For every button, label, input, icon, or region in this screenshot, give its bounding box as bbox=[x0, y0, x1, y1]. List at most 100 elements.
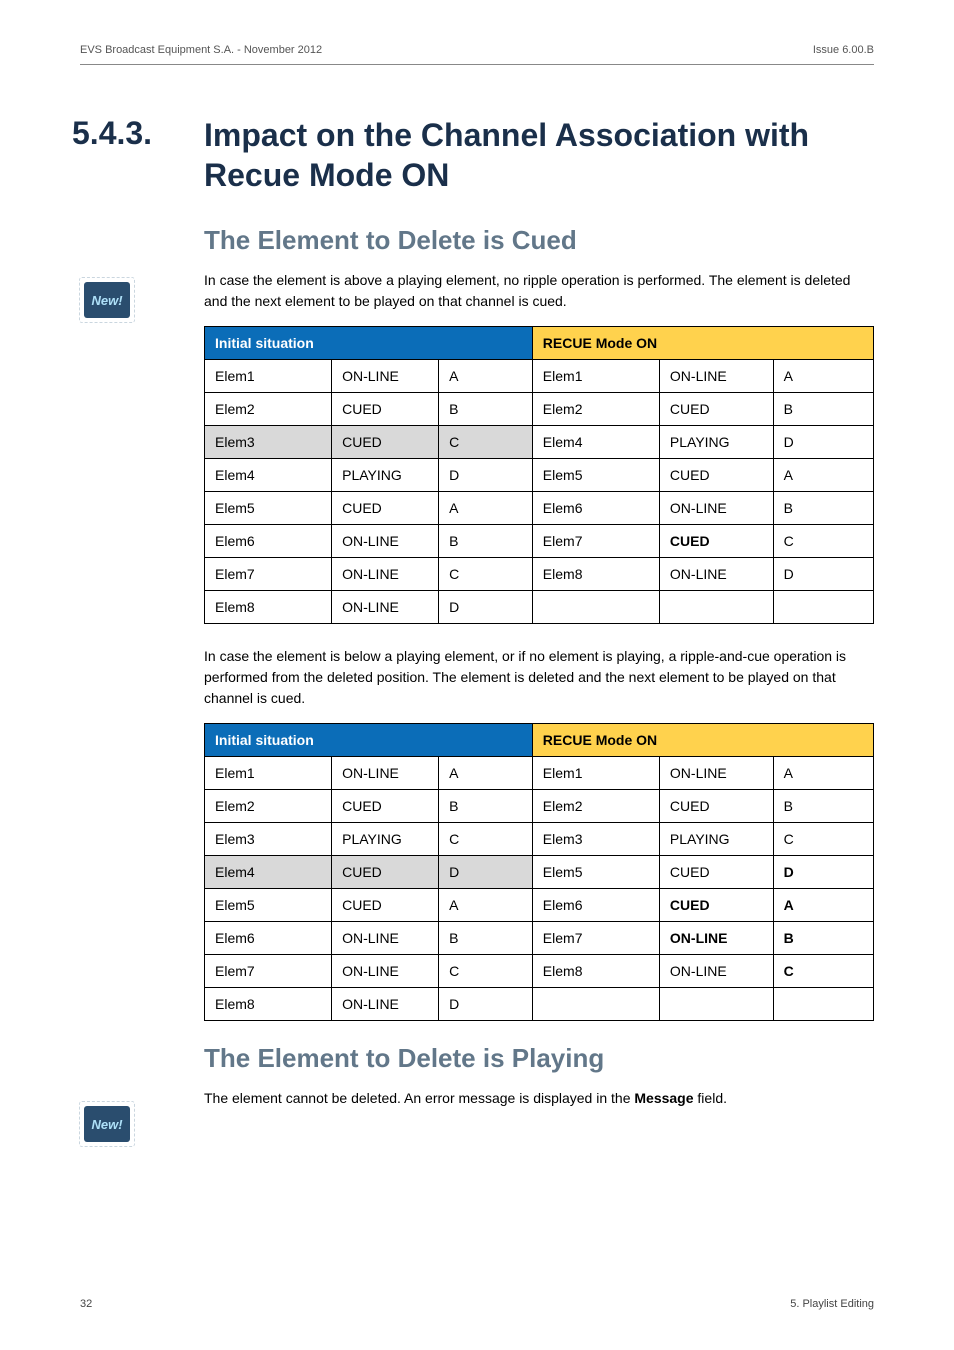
section-title-row: 5.4.3. Impact on the Channel Association… bbox=[72, 115, 874, 195]
table-cell: D bbox=[439, 856, 533, 889]
table-cell: B bbox=[439, 922, 533, 955]
table-2-right-header: RECUE Mode ON bbox=[532, 724, 873, 757]
table-cell: Elem7 bbox=[532, 922, 659, 955]
table-cell: CUED bbox=[332, 426, 439, 459]
table-cell: CUED bbox=[659, 459, 773, 492]
table-cell bbox=[773, 988, 873, 1021]
table-cell: ON-LINE bbox=[659, 955, 773, 988]
table-cell bbox=[659, 591, 773, 624]
table-row: Elem7ON-LINECElem8ON-LINED bbox=[205, 558, 874, 591]
table-cell: ON-LINE bbox=[659, 922, 773, 955]
table-cell: ON-LINE bbox=[332, 360, 439, 393]
table-cell: Elem2 bbox=[532, 790, 659, 823]
table-cell: B bbox=[773, 492, 873, 525]
table-cell: Elem8 bbox=[205, 988, 332, 1021]
table-cell: Elem1 bbox=[532, 757, 659, 790]
sub-heading-playing: The Element to Delete is Playing bbox=[204, 1043, 874, 1074]
table-row: Elem1ON-LINEAElem1ON-LINEA bbox=[205, 360, 874, 393]
table-cell: Elem3 bbox=[205, 426, 332, 459]
table-cell: ON-LINE bbox=[332, 757, 439, 790]
table-cell: B bbox=[439, 393, 533, 426]
table-cell: Elem3 bbox=[532, 823, 659, 856]
table-cell: B bbox=[439, 525, 533, 558]
table-cell: PLAYING bbox=[659, 426, 773, 459]
playing-paragraph: The element cannot be deleted. An error … bbox=[204, 1088, 874, 1109]
table-row: Elem7ON-LINECElem8ON-LINEC bbox=[205, 955, 874, 988]
table-cell: C bbox=[773, 525, 873, 558]
table-cell: PLAYING bbox=[659, 823, 773, 856]
table-cell: ON-LINE bbox=[332, 955, 439, 988]
new-badge-icon: New! bbox=[84, 282, 130, 322]
table-cell: Elem5 bbox=[205, 889, 332, 922]
table-cell: C bbox=[439, 426, 533, 459]
table-row: Elem4CUEDDElem5CUEDD bbox=[205, 856, 874, 889]
footer-page-number: 32 bbox=[80, 1298, 92, 1310]
table-cell: CUED bbox=[332, 889, 439, 922]
table-cell: A bbox=[439, 492, 533, 525]
table-cell: CUED bbox=[659, 393, 773, 426]
table-cell: ON-LINE bbox=[659, 360, 773, 393]
table-cell bbox=[659, 988, 773, 1021]
table-cell: Elem2 bbox=[205, 790, 332, 823]
table-cell: CUED bbox=[332, 492, 439, 525]
table-cell: A bbox=[773, 889, 873, 922]
table-cell: Elem1 bbox=[205, 360, 332, 393]
table-cell: CUED bbox=[659, 856, 773, 889]
table-row: Elem2CUEDBElem2CUEDB bbox=[205, 790, 874, 823]
table-cell: PLAYING bbox=[332, 823, 439, 856]
table-cell: D bbox=[439, 459, 533, 492]
table-cell: ON-LINE bbox=[659, 492, 773, 525]
table-row: Elem6ON-LINEBElem7CUEDC bbox=[205, 525, 874, 558]
table-cell: Elem5 bbox=[532, 856, 659, 889]
table-cell: Elem7 bbox=[205, 558, 332, 591]
table-1-left-header: Initial situation bbox=[205, 327, 533, 360]
header-right: Issue 6.00.B bbox=[813, 44, 874, 56]
footer-section: 5. Playlist Editing bbox=[790, 1298, 874, 1310]
table-1: Initial situation RECUE Mode ON Elem1ON-… bbox=[204, 326, 874, 624]
table-row: Elem6ON-LINEBElem7ON-LINEB bbox=[205, 922, 874, 955]
table-2-left-header: Initial situation bbox=[205, 724, 533, 757]
table-cell: D bbox=[439, 988, 533, 1021]
table-cell bbox=[773, 591, 873, 624]
table-cell: Elem2 bbox=[205, 393, 332, 426]
table-cell: D bbox=[773, 426, 873, 459]
table-cell: Elem1 bbox=[532, 360, 659, 393]
table-cell: CUED bbox=[659, 889, 773, 922]
table-cell: PLAYING bbox=[332, 459, 439, 492]
table-cell: CUED bbox=[659, 790, 773, 823]
running-footer: 32 5. Playlist Editing bbox=[80, 1298, 874, 1310]
table-cell: Elem1 bbox=[205, 757, 332, 790]
table-cell: ON-LINE bbox=[332, 988, 439, 1021]
table-cell: A bbox=[439, 889, 533, 922]
table-row: Elem8ON-LINED bbox=[205, 988, 874, 1021]
table-cell: A bbox=[439, 757, 533, 790]
table-1-right-header: RECUE Mode ON bbox=[532, 327, 873, 360]
table-cell: A bbox=[773, 360, 873, 393]
section-number: 5.4.3. bbox=[72, 115, 172, 152]
table-cell: ON-LINE bbox=[659, 558, 773, 591]
table-cell: Elem5 bbox=[532, 459, 659, 492]
table-cell: Elem7 bbox=[205, 955, 332, 988]
new-badge-icon: New! bbox=[84, 1106, 130, 1146]
table-row: Elem2CUEDBElem2CUEDB bbox=[205, 393, 874, 426]
table-cell: D bbox=[439, 591, 533, 624]
table-cell: C bbox=[439, 823, 533, 856]
table-cell: Elem3 bbox=[205, 823, 332, 856]
table-cell: Elem2 bbox=[532, 393, 659, 426]
table-cell: C bbox=[773, 955, 873, 988]
table-cell: CUED bbox=[332, 856, 439, 889]
table-cell: Elem5 bbox=[205, 492, 332, 525]
playing-text-bold: Message bbox=[634, 1090, 693, 1106]
section-title: Impact on the Channel Association with R… bbox=[204, 115, 874, 195]
table-cell: C bbox=[439, 558, 533, 591]
running-header: EVS Broadcast Equipment S.A. - November … bbox=[80, 44, 874, 65]
table-cell: ON-LINE bbox=[332, 558, 439, 591]
table-cell: D bbox=[773, 558, 873, 591]
table-row: Elem1ON-LINEAElem1ON-LINEA bbox=[205, 757, 874, 790]
table-cell: Elem4 bbox=[205, 856, 332, 889]
table-cell: Elem6 bbox=[532, 492, 659, 525]
table-cell bbox=[532, 988, 659, 1021]
table-cell: B bbox=[773, 922, 873, 955]
table-cell: Elem8 bbox=[532, 558, 659, 591]
table-cell: Elem4 bbox=[205, 459, 332, 492]
